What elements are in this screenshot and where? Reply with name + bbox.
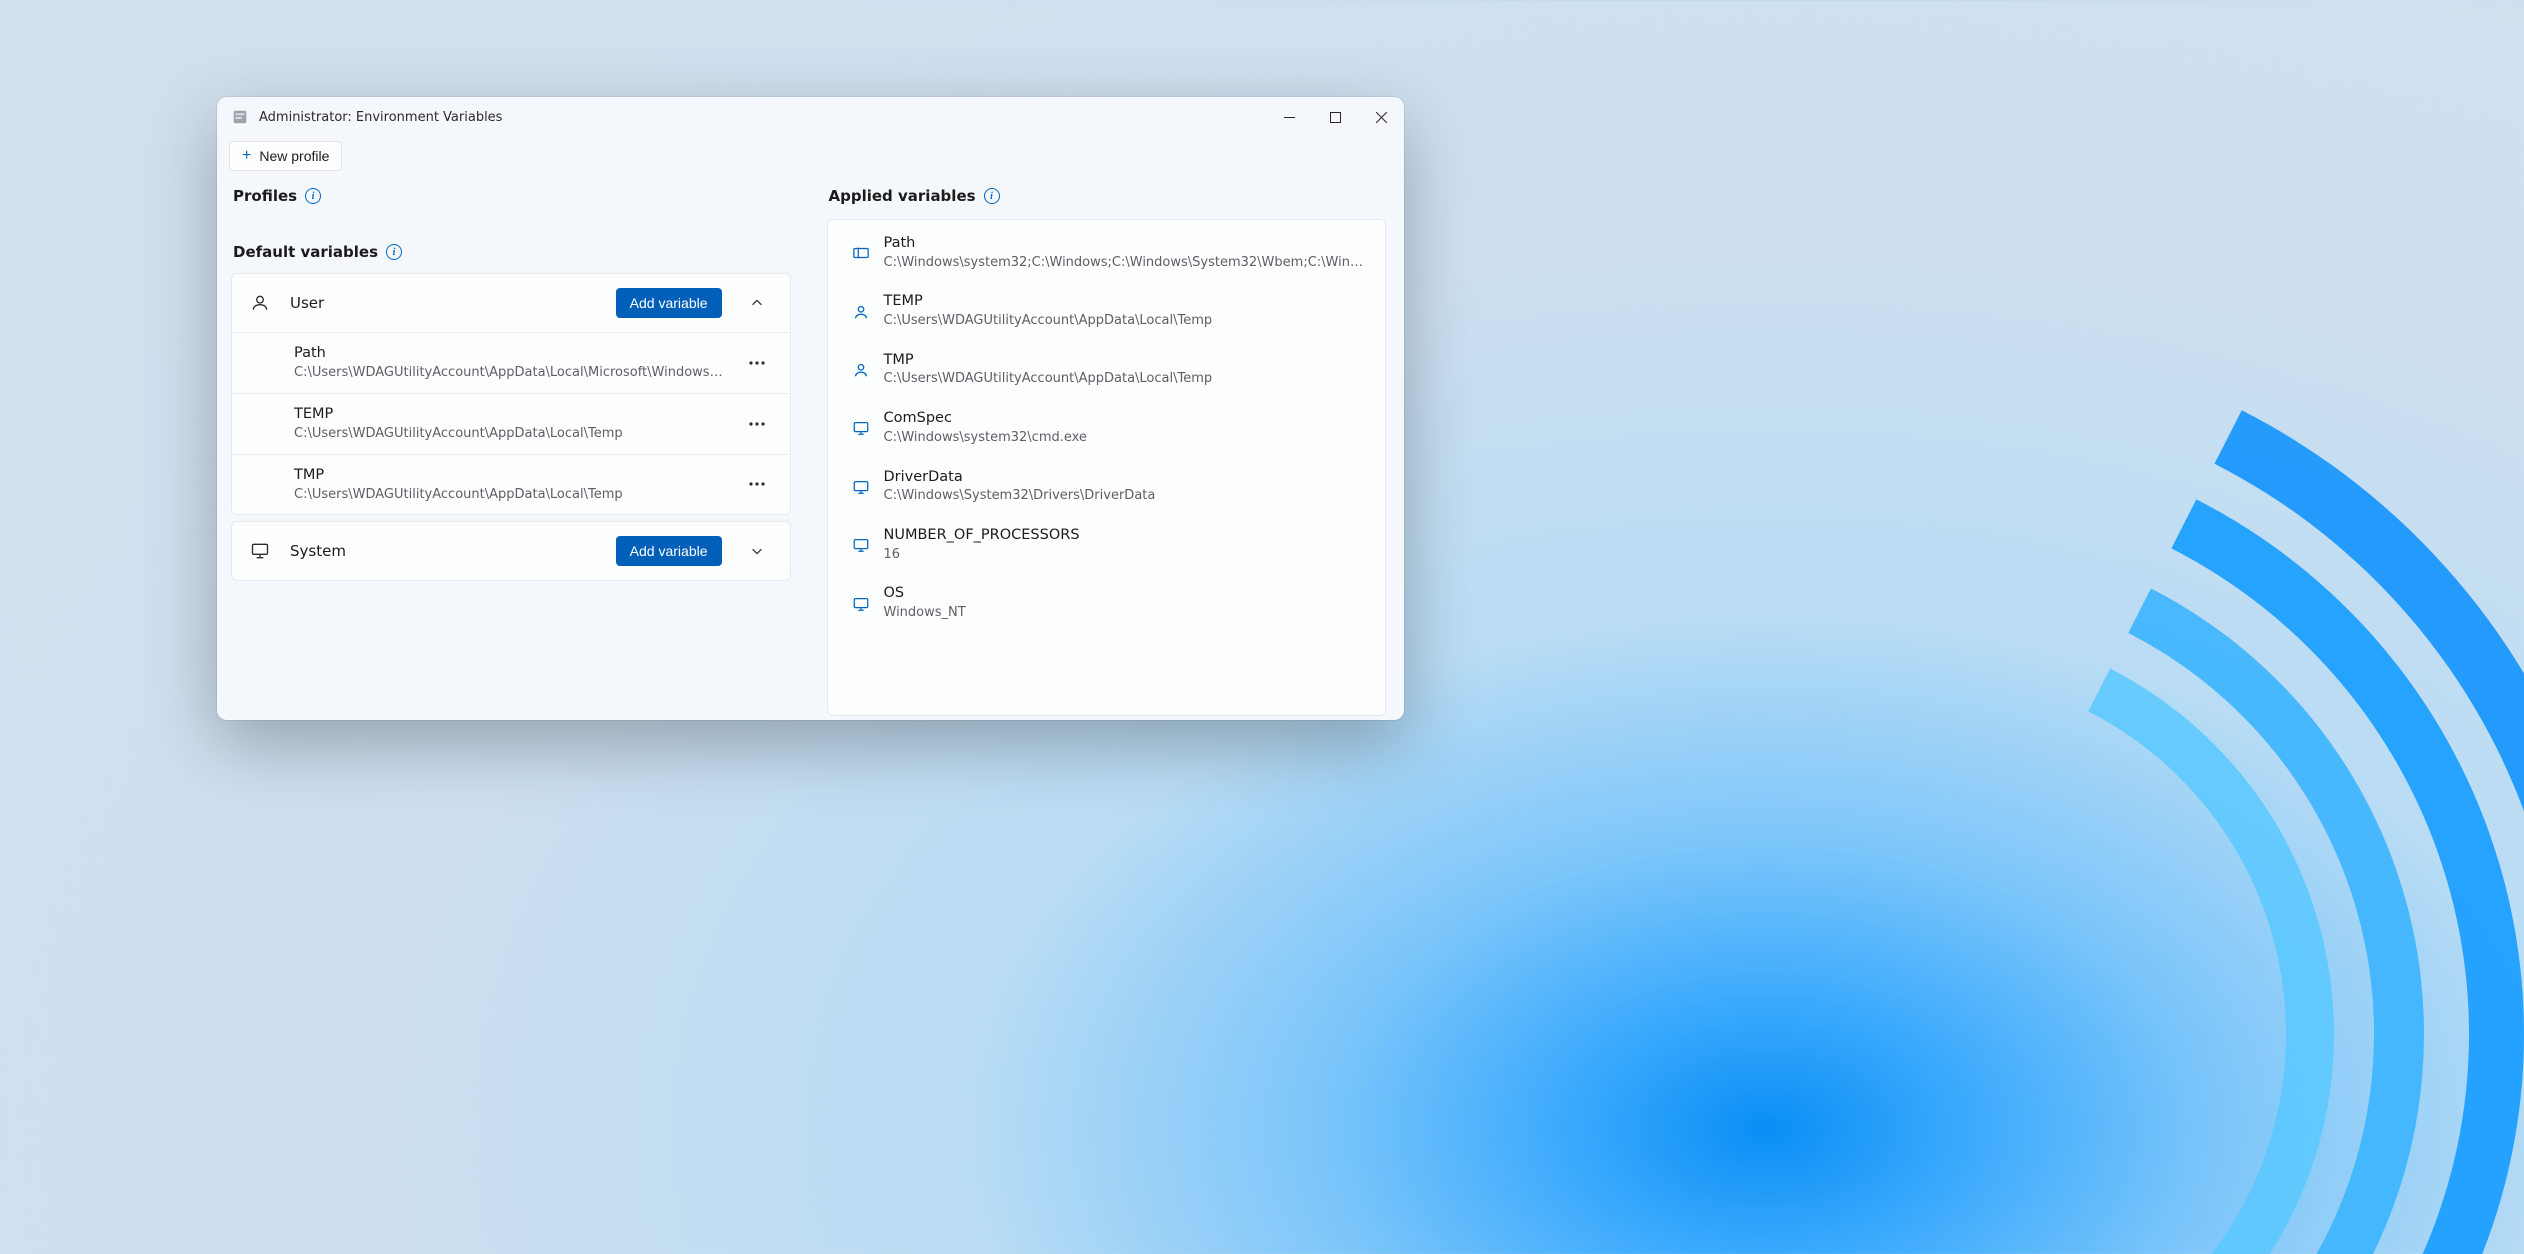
system-icon [842, 419, 880, 437]
close-button[interactable] [1358, 97, 1404, 137]
applied-variables-heading: Applied variables [829, 187, 976, 205]
applied-var-name: DriverData [884, 468, 1370, 488]
user-var-row[interactable]: TEMP C:\Users\WDAGUtilityAccount\AppData… [232, 393, 790, 454]
desktop-wallpaper-swirl [1224, 334, 2524, 1254]
user-scope-card: User Add variable Path C:\Users\WDAGUtil… [231, 273, 791, 515]
applied-variables-list[interactable]: Path C:\Windows\system32;C:\Windows;C:\W… [827, 219, 1387, 716]
applied-var-name: TMP [884, 351, 1370, 371]
user-icon [250, 293, 272, 313]
var-value: C:\Users\WDAGUtilityAccount\AppData\Loca… [294, 363, 728, 383]
new-profile-label: New profile [259, 148, 329, 164]
info-icon[interactable]: i [305, 188, 321, 204]
more-icon[interactable] [740, 410, 774, 438]
applied-var-row[interactable]: ComSpec C:\Windows\system32\cmd.exe [828, 399, 1386, 457]
more-icon[interactable] [740, 349, 774, 377]
env-vars-window: Administrator: Environment Variables + N… [217, 97, 1404, 720]
applied-var-name: Path [884, 234, 1370, 254]
applied-var-value: Windows_NT [884, 604, 1370, 623]
maximize-button[interactable] [1312, 97, 1358, 137]
var-value: C:\Users\WDAGUtilityAccount\AppData\Loca… [294, 424, 728, 444]
applied-var-value: C:\Users\WDAGUtilityAccount\AppData\Loca… [884, 370, 1370, 389]
system-scope-label: System [290, 542, 598, 560]
default-variables-heading: Default variables [233, 243, 378, 261]
applied-var-name: OS [884, 584, 1370, 604]
user-icon [842, 303, 880, 321]
applied-var-name: ComSpec [884, 409, 1370, 429]
user-scope-header[interactable]: User Add variable [232, 274, 790, 332]
new-profile-button[interactable]: + New profile [229, 141, 342, 171]
more-icon[interactable] [740, 470, 774, 498]
rename-icon [842, 244, 880, 262]
applied-var-row[interactable]: TEMP C:\Users\WDAGUtilityAccount\AppData… [828, 282, 1386, 340]
collapse-user-button[interactable] [740, 296, 774, 310]
applied-column: Applied variables i Path C:\Windows\syst… [827, 185, 1387, 716]
system-scope-card: System Add variable [231, 521, 791, 581]
system-icon [250, 541, 272, 561]
system-icon [842, 536, 880, 554]
user-icon [842, 361, 880, 379]
applied-var-value: C:\Users\WDAGUtilityAccount\AppData\Loca… [884, 312, 1370, 331]
system-icon [842, 595, 880, 613]
applied-var-row[interactable]: NUMBER_OF_PROCESSORS 16 [828, 516, 1386, 574]
info-icon[interactable]: i [386, 244, 402, 260]
info-icon[interactable]: i [984, 188, 1000, 204]
window-title: Administrator: Environment Variables [259, 110, 502, 125]
system-scope-header[interactable]: System Add variable [232, 522, 790, 580]
user-var-row[interactable]: Path C:\Users\WDAGUtilityAccount\AppData… [232, 332, 790, 393]
var-name: TEMP [294, 404, 728, 424]
applied-var-row[interactable]: Path C:\Windows\system32;C:\Windows;C:\W… [828, 220, 1386, 282]
expand-system-button[interactable] [740, 544, 774, 558]
applied-var-value: C:\Windows\system32;C:\Windows;C:\Window… [884, 254, 1370, 273]
user-scope-label: User [290, 294, 598, 312]
add-variable-system-button[interactable]: Add variable [616, 536, 722, 566]
var-name: TMP [294, 465, 728, 485]
applied-var-value: 16 [884, 546, 1370, 565]
applied-var-row[interactable]: OS Windows_NT [828, 574, 1386, 632]
applied-var-row[interactable]: TMP C:\Users\WDAGUtilityAccount\AppData\… [828, 341, 1386, 399]
applied-var-row[interactable]: DriverData C:\Windows\System32\Drivers\D… [828, 458, 1386, 516]
plus-icon: + [242, 148, 251, 164]
applied-var-value: C:\Windows\system32\cmd.exe [884, 429, 1370, 448]
var-value: C:\Users\WDAGUtilityAccount\AppData\Loca… [294, 485, 728, 505]
add-variable-user-button[interactable]: Add variable [616, 288, 722, 318]
applied-var-name: NUMBER_OF_PROCESSORS [884, 526, 1370, 546]
applied-var-value: C:\Windows\System32\Drivers\DriverData [884, 487, 1370, 506]
toolbar: + New profile [217, 137, 1404, 185]
applied-var-name: TEMP [884, 292, 1370, 312]
titlebar[interactable]: Administrator: Environment Variables [217, 97, 1404, 137]
profiles-heading: Profiles [233, 187, 297, 205]
system-icon [842, 478, 880, 496]
minimize-button[interactable] [1266, 97, 1312, 137]
app-icon [231, 108, 249, 126]
var-name: Path [294, 343, 728, 363]
user-var-row[interactable]: TMP C:\Users\WDAGUtilityAccount\AppData\… [232, 454, 790, 515]
profiles-column: Profiles i Default variables i User Add … [231, 185, 791, 716]
